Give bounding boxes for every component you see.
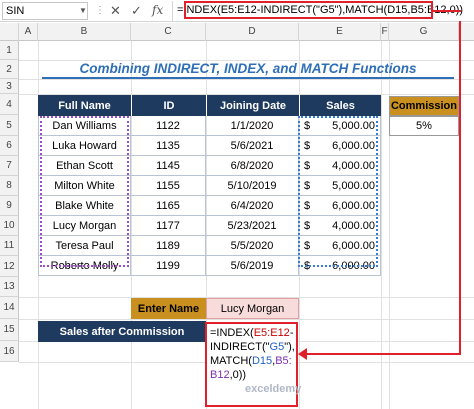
arrow-head-icon bbox=[298, 348, 307, 360]
table-cell-id[interactable]: 1177 bbox=[131, 216, 206, 236]
range-highlight-names bbox=[40, 116, 129, 267]
table-cell-date[interactable]: 5/6/2019 bbox=[206, 256, 299, 276]
commission-label[interactable]: Commission bbox=[389, 96, 459, 116]
row-header[interactable]: 11 bbox=[0, 236, 19, 256]
table-cell-date[interactable]: 1/1/2020 bbox=[206, 116, 299, 136]
row-header[interactable]: 3 bbox=[0, 79, 19, 94]
table-header-full-name[interactable]: Full Name bbox=[38, 95, 131, 116]
arrow-line bbox=[459, 21, 461, 354]
table-cell-id[interactable]: 1165 bbox=[131, 196, 206, 216]
column-header[interactable]: C bbox=[131, 23, 206, 41]
table-cell-date[interactable]: 6/4/2020 bbox=[206, 196, 299, 216]
table-cell-id[interactable]: 1199 bbox=[131, 256, 206, 276]
arrow-line bbox=[306, 353, 461, 355]
table-cell-id[interactable]: 1155 bbox=[131, 176, 206, 196]
table-cell-date[interactable]: 5/5/2020 bbox=[206, 236, 299, 256]
column-header[interactable]: F bbox=[381, 23, 389, 41]
column-header[interactable]: G bbox=[389, 23, 459, 41]
row-header[interactable]: 5 bbox=[0, 115, 19, 136]
separator-dots-icon: ⋮ bbox=[95, 5, 105, 16]
table-cell-date[interactable]: 5/23/2021 bbox=[206, 216, 299, 236]
row-header[interactable]: 16 bbox=[0, 341, 19, 362]
column-header[interactable]: D bbox=[206, 23, 299, 41]
row-header[interactable]: 12 bbox=[0, 256, 19, 277]
table-header-id[interactable]: ID bbox=[131, 95, 206, 116]
sales-after-commission-label[interactable]: Sales after Commission bbox=[38, 321, 206, 342]
row-header[interactable]: 6 bbox=[0, 136, 19, 156]
table-cell-date[interactable]: 5/6/2021 bbox=[206, 136, 299, 156]
column-header[interactable]: E bbox=[299, 23, 381, 41]
watermark-logo: exceldemy bbox=[245, 383, 302, 395]
table-cell-id[interactable]: 1122 bbox=[131, 116, 206, 136]
column-headers: A B C D E F G bbox=[0, 23, 474, 41]
chevron-down-icon[interactable]: ▼ bbox=[79, 6, 87, 15]
sheet-title: Combining INDIRECT, INDEX, and MATCH Fun… bbox=[42, 59, 454, 79]
row-header[interactable]: 1 bbox=[0, 41, 19, 60]
insert-function-icon[interactable]: fx bbox=[152, 3, 163, 17]
row-header[interactable]: 14 bbox=[0, 297, 19, 319]
table-cell-date[interactable]: 6/8/2020 bbox=[206, 156, 299, 176]
select-all-corner[interactable] bbox=[0, 23, 19, 41]
table-cell-date[interactable]: 5/10/2019 bbox=[206, 176, 299, 196]
table-cell-id[interactable]: 1189 bbox=[131, 236, 206, 256]
row-header[interactable]: 13 bbox=[0, 277, 19, 297]
row-header[interactable]: 15 bbox=[0, 319, 19, 341]
row-header[interactable]: 8 bbox=[0, 176, 19, 196]
cancel-icon[interactable]: ✕ bbox=[110, 3, 121, 19]
table-cell-id[interactable]: 1145 bbox=[131, 156, 206, 176]
enter-name-input[interactable]: Lucy Morgan bbox=[206, 298, 299, 319]
arrow-line bbox=[431, 10, 461, 12]
table-header-joining-date[interactable]: Joining Date bbox=[206, 95, 299, 116]
commission-value[interactable]: 5% bbox=[389, 116, 459, 136]
name-box[interactable]: SIN bbox=[2, 2, 88, 20]
row-header[interactable]: 7 bbox=[0, 156, 19, 176]
formula-bar: SIN ▼ ⋮ ✕ ✓ fx =INDEX(E5:E12-INDIRECT("G… bbox=[0, 0, 474, 22]
range-highlight-sales bbox=[298, 116, 378, 267]
row-header[interactable]: 4 bbox=[0, 94, 19, 115]
column-header[interactable]: A bbox=[19, 23, 38, 41]
row-header[interactable]: 9 bbox=[0, 196, 19, 216]
enter-check-icon[interactable]: ✓ bbox=[131, 3, 142, 19]
enter-name-label[interactable]: Enter Name bbox=[131, 298, 206, 319]
table-header-sales[interactable]: Sales bbox=[299, 95, 381, 116]
formula-highlight-box bbox=[184, 1, 433, 19]
column-header[interactable]: B bbox=[38, 23, 131, 41]
row-header[interactable]: 2 bbox=[0, 60, 19, 79]
row-header[interactable]: 10 bbox=[0, 216, 19, 236]
table-cell-id[interactable]: 1135 bbox=[131, 136, 206, 156]
